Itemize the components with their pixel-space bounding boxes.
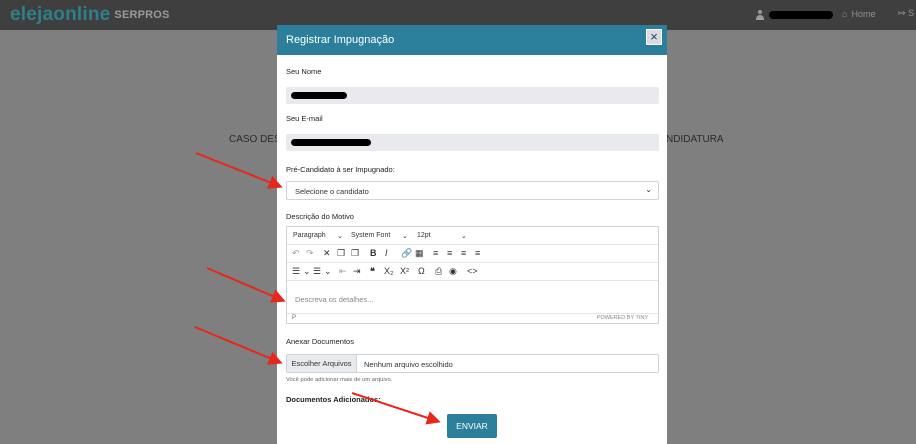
candidate-select-value: Selecione o candidato [295,187,369,196]
brand-name: elejaonline [10,4,111,25]
modal-title: Registrar Impugnação [286,34,395,46]
redo-icon[interactable]: ↷ [306,248,314,259]
font-size-select[interactable]: 12pt [417,232,431,239]
outdent-icon[interactable]: ⇤ [339,266,347,277]
rich-text-editor[interactable]: Paragraph ⌄ System Font ⌄ 12pt ⌄ ↶ ↷ ✕ ❐… [286,226,659,324]
blockquote-icon[interactable]: ❝ [370,266,375,277]
special-char-icon[interactable]: Ω [418,266,425,276]
bold-icon[interactable]: B [370,248,377,258]
logout-label: S [908,8,915,18]
bullet-list-icon[interactable]: ☰ [292,266,300,277]
email-label: Seu E-mail [286,114,323,123]
font-family-select[interactable]: System Font [351,232,390,239]
chevron-down-icon: ⌄ [461,233,467,240]
paste-icon[interactable]: ❒ [351,248,359,259]
code-icon[interactable]: <> [467,266,478,276]
logout-link[interactable]: ↦ S [898,8,914,19]
chevron-down-icon[interactable]: ⌄ [324,266,332,277]
chevron-down-icon: ⌄ [402,233,408,240]
logout-icon: ↦ [898,8,906,18]
redacted-email [291,139,371,146]
copy-icon[interactable]: ❐ [337,248,345,259]
align-center-icon[interactable]: ≡ [447,248,452,258]
block-format-select[interactable]: Paragraph [293,232,326,239]
editor-toolbar-row-1: ↶ ↷ ✕ ❐ ❒ B I 🔗 ▦ ≡ ≡ ≡ ≡ [287,245,658,263]
italic-icon[interactable]: I [385,248,388,258]
numbered-list-icon[interactable]: ☰ [313,266,321,277]
chevron-down-icon: ⌄ [337,233,343,240]
home-label: Home [851,9,876,19]
file-status: Nenhum arquivo escolhido [364,360,453,369]
preview-icon[interactable]: ◉ [449,266,457,277]
attach-label: Anexar Documentos [286,337,354,346]
email-field[interactable] [286,134,659,151]
user-menu[interactable] [756,9,833,21]
name-label: Seu Nome [286,67,322,76]
align-justify-icon[interactable]: ≡ [475,248,480,258]
candidate-select[interactable]: Selecione o candidato ⌄ [286,181,659,200]
reason-label: Descrição do Motivo [286,212,354,221]
superscript-icon[interactable]: X² [400,266,409,276]
candidate-label: Pré-Candidato à ser Impugnado: [286,165,395,174]
user-icon [756,10,764,20]
home-icon: ⌂ [842,9,848,19]
subscript-icon[interactable]: X₂ [384,266,394,276]
choose-files-button[interactable]: Escolher Arquivos [287,355,357,372]
docs-added-label: Documentos Adicionados: [286,395,381,404]
modal-header: Registrar Impugnação × [277,25,667,55]
file-input[interactable]: Escolher Arquivos Nenhum arquivo escolhi… [286,354,659,373]
cut-icon[interactable]: ✕ [323,248,331,259]
align-right-icon[interactable]: ≡ [461,248,466,258]
brand-logo[interactable]: elejaonline SERPROS [10,4,170,26]
home-link[interactable]: ⌂ Home [842,9,875,19]
editor-menubar: Paragraph ⌄ System Font ⌄ 12pt ⌄ [287,227,658,245]
editor-statusbar: P POWERED BY TINY [287,313,658,323]
name-field[interactable] [286,87,659,104]
redacted-name [291,92,347,99]
powered-by-label[interactable]: POWERED BY TINY [597,315,648,321]
redacted-username [769,11,833,19]
indent-icon[interactable]: ⇥ [353,266,361,277]
submit-button[interactable]: ENVIAR [447,414,497,438]
link-icon[interactable]: 🔗 [401,248,412,259]
undo-icon[interactable]: ↶ [292,248,300,259]
align-left-icon[interactable]: ≡ [433,248,438,258]
brand-sub: SERPROS [114,8,170,21]
print-icon[interactable]: ⎙ [435,266,442,277]
impugnacao-modal: Registrar Impugnação × Seu Nome Seu E-ma… [277,25,667,444]
editor-toolbar-row-2: ☰ ⌄ ☰ ⌄ ⇤ ⇥ ❝ X₂ X² Ω ⎙ ◉ <> [287,263,658,281]
close-button[interactable]: × [646,29,662,45]
editor-placeholder[interactable]: Descreva os detalhes... [295,295,373,304]
image-icon[interactable]: ▦ [415,248,424,259]
file-hint: Você pode adicionar mais de um arquivo. [286,377,393,383]
chevron-down-icon[interactable]: ⌄ [303,266,311,277]
editor-element-path: P [292,315,297,321]
chevron-down-icon: ⌄ [645,185,652,194]
